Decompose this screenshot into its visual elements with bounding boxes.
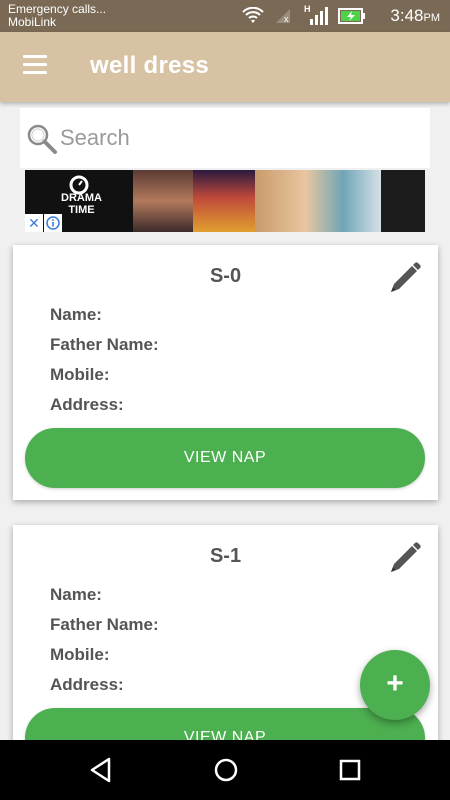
ad-logo-text: DRAMA TIME [61, 192, 102, 216]
clock: 3:48PM [390, 6, 440, 25]
father-name-label: Father Name: [50, 335, 159, 354]
edit-pencil-icon[interactable] [387, 540, 423, 576]
search-bar [20, 108, 430, 168]
carrier-name: MobiLink [8, 15, 57, 29]
home-icon[interactable] [211, 755, 241, 785]
system-nav-bar [0, 740, 450, 800]
address-label: Address: [50, 395, 124, 414]
father-name-label: Father Name: [50, 615, 159, 634]
view-nap-button[interactable]: VIEW NAP [25, 428, 425, 488]
no-signal-icon: x [274, 7, 294, 25]
name-label: Name: [50, 585, 102, 604]
ad-image-tile [193, 170, 255, 232]
hamburger-menu-icon[interactable] [23, 55, 47, 75]
search-input[interactable] [60, 122, 410, 154]
search-icon [27, 124, 57, 154]
mobile-label: Mobile: [50, 645, 110, 664]
record-card: S-0 Name: Father Name: Mobile: Address: … [13, 245, 438, 500]
ad-banner[interactable]: DRAMA TIME [25, 170, 425, 232]
address-label: Address: [50, 675, 124, 694]
card-title: S-1 [209, 545, 242, 567]
ad-info-icon[interactable] [44, 214, 62, 232]
mobile-label: Mobile: [50, 365, 110, 384]
ad-image-tile [255, 170, 381, 232]
name-label: Name: [50, 305, 102, 324]
app-bar: well dress [0, 32, 450, 102]
wifi-icon [242, 7, 264, 23]
ad-close-icon[interactable]: ✕ [25, 214, 43, 232]
back-icon[interactable] [87, 755, 117, 785]
add-button[interactable]: + [360, 650, 430, 720]
status-icons: x H [242, 4, 366, 27]
app-title: well dress [90, 52, 210, 79]
ad-image-tile [381, 170, 425, 232]
recents-icon[interactable] [335, 755, 365, 785]
signal-icon: H [304, 4, 328, 25]
edit-pencil-icon[interactable] [387, 260, 423, 296]
card-title: S-0 [209, 265, 242, 287]
status-bar: Emergency calls... MobiLink x H 3:48PM [0, 0, 450, 32]
battery-charging-icon [338, 8, 365, 24]
ad-image-tile [133, 170, 193, 232]
